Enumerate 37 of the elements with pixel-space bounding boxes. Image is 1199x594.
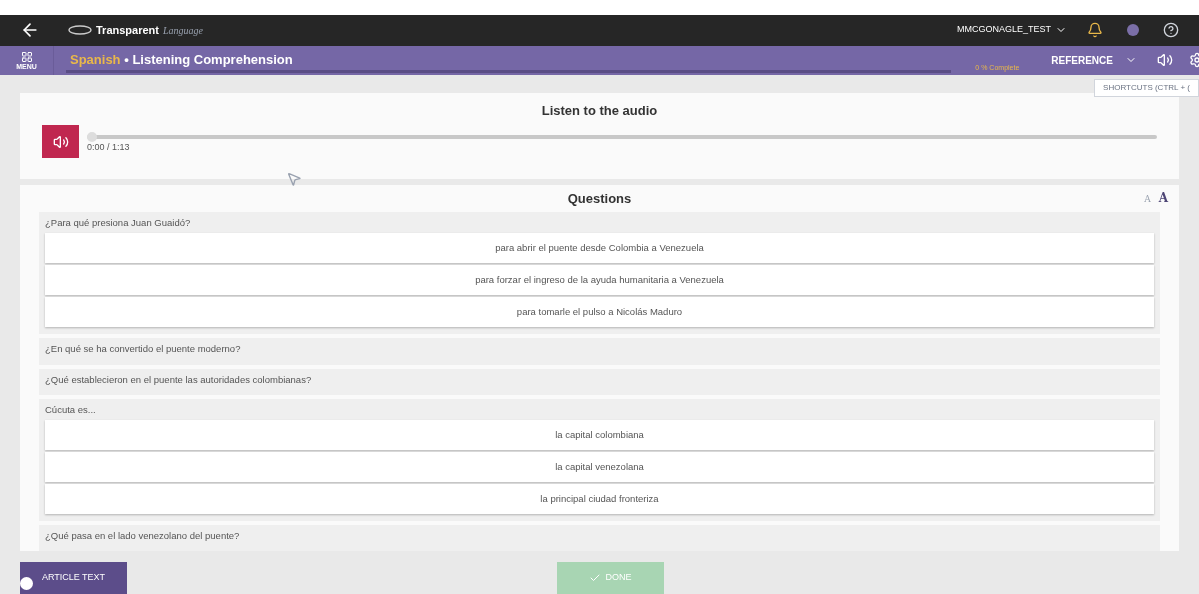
answer-option[interactable]: la capital colombiana [45, 420, 1154, 451]
audio-play-button[interactable] [42, 125, 79, 159]
check-icon [589, 572, 602, 584]
questions-title: Questions [567, 189, 632, 208]
question-card[interactable]: Cúcuta es... la capital colombiana la capital venezolana la principal ciudad fronteriza [39, 398, 1160, 522]
user-menu[interactable]: MMCGONAGLE_TEST [957, 23, 1067, 37]
question-card[interactable]: ¿En qué se ha convertido el puente moderno? [39, 338, 1160, 365]
question-text: ¿Para qué presiona Juan Guaidó? [45, 216, 192, 231]
audio-title: Listen to the audio [540, 101, 659, 120]
bell-icon[interactable] [1087, 22, 1103, 39]
speaker-icon [52, 133, 69, 150]
increase-font-button[interactable]: A [1158, 189, 1168, 208]
audio-time: 0:00 / 1:13 [87, 141, 131, 155]
question-text: ¿En qué se ha convertido el puente moderno? [45, 342, 242, 357]
answer-option[interactable]: la principal ciudad fronteriza [45, 484, 1154, 515]
answer-option[interactable]: para forzar el ingreso de la ayuda humanitaria a Venezuela [45, 265, 1154, 296]
answer-option[interactable]: la capital venezolana [45, 452, 1154, 483]
question-card[interactable]: ¿Qué pasa en el lado venezolano del puente? [39, 525, 1160, 552]
question-text: ¿Qué pasa en el lado venezolano del puente? [45, 529, 241, 544]
speaker-icon[interactable] [1157, 52, 1173, 69]
logo-icon [68, 25, 92, 36]
help-icon[interactable] [1163, 22, 1179, 39]
question-text: ¿Qué establecieron en el puente las autoridades colombianas? [45, 372, 313, 387]
audio-thumb[interactable] [87, 132, 97, 143]
grid-icon [20, 50, 33, 63]
reference-dropdown[interactable]: REFERENCE [1051, 52, 1137, 68]
audio-track[interactable] [87, 135, 1157, 140]
question-card[interactable]: ¿Para qué presiona Juan Guaidó? para abrir el puente desde Colombia a Venezuela para forzar el ingreso de la ayuda humanitaria a Venezuela para tomarle el pulso a Nicolás Maduro [39, 212, 1160, 335]
logo-text: Transparent [96, 22, 159, 38]
page-title: Spanish • Listening Comprehension [70, 51, 293, 70]
answer-option[interactable]: para abrir el puente desde Colombia a Venezuela [45, 233, 1154, 264]
question-text: Cúcuta es... [45, 402, 97, 417]
answer-option[interactable]: para tomarle el pulso a Nicolás Maduro [45, 297, 1154, 328]
question-card[interactable]: ¿Qué establecieron en el puente las autoridades colombianas? [39, 368, 1160, 395]
logo-subtext: Language [162, 23, 203, 38]
article-text-button[interactable]: ARTICLE TEXT [20, 562, 127, 594]
mouse-cursor-icon [286, 170, 302, 187]
